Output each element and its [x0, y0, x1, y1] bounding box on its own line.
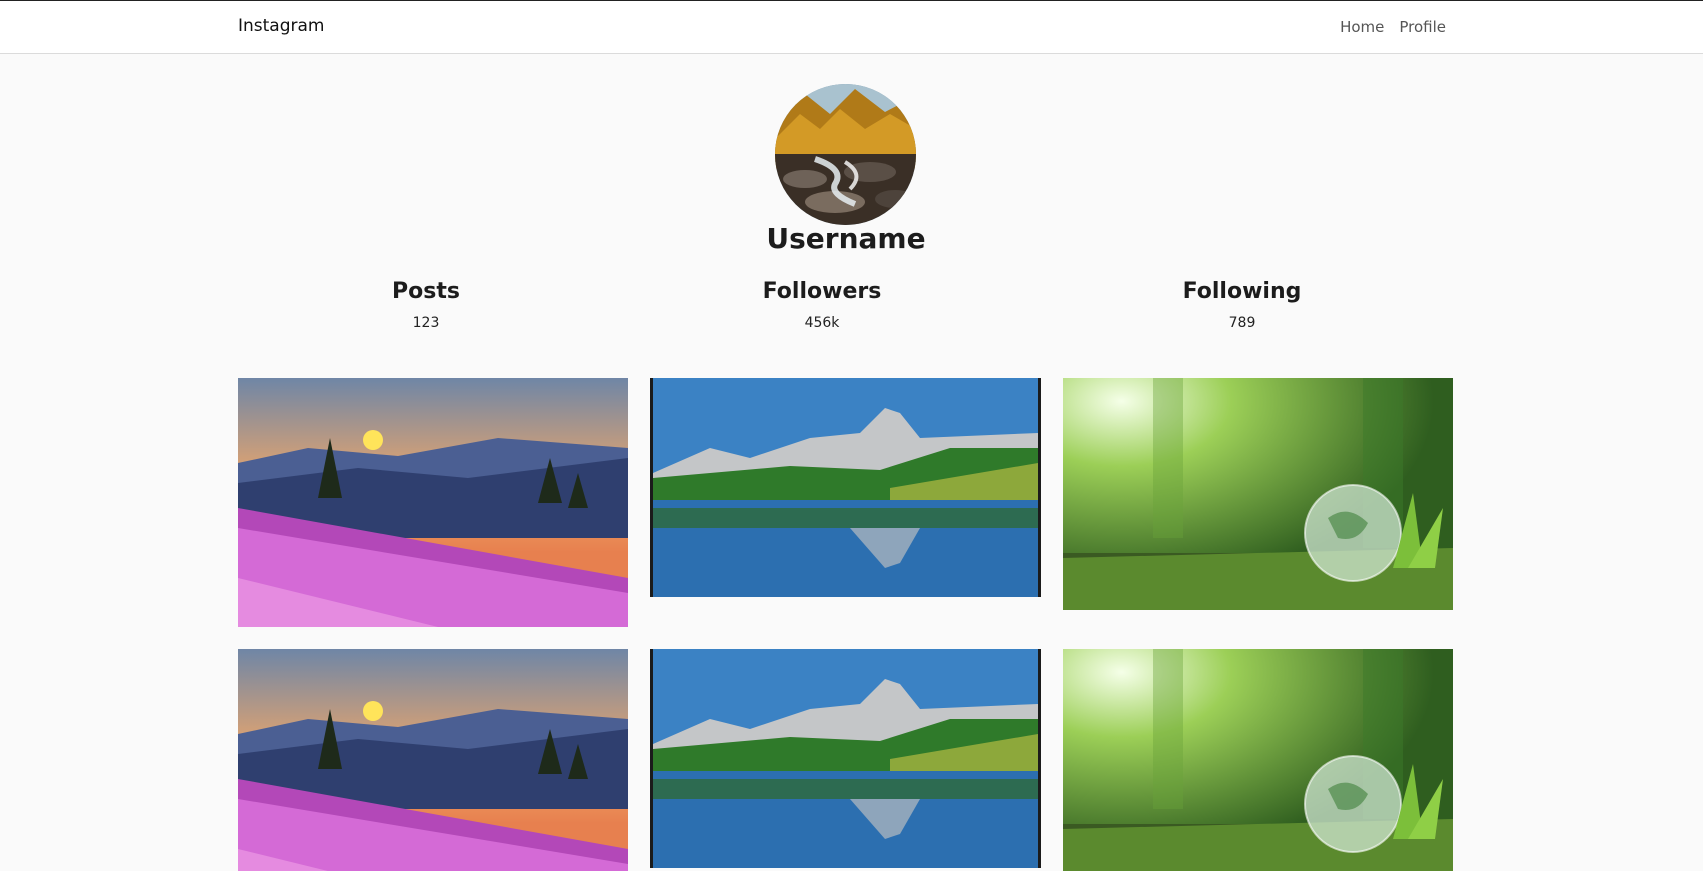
nav-links: Home Profile — [1340, 18, 1446, 36]
post-image-mountain-lake[interactable] — [650, 649, 1041, 868]
stat-followers-label: Followers — [762, 279, 882, 304]
stat-following-label: Following — [1182, 279, 1302, 304]
username-heading: Username — [766, 222, 926, 255]
post-image-forest-globe[interactable] — [1063, 649, 1453, 871]
post-image-flower-meadow[interactable] — [238, 378, 628, 627]
stat-posts: Posts 123 — [306, 278, 546, 331]
nav-link-home[interactable]: Home — [1340, 18, 1384, 36]
stat-followers-value: 456k — [804, 315, 840, 331]
stat-following[interactable]: Following 789 — [1122, 278, 1362, 331]
stat-posts-label: Posts — [392, 279, 460, 304]
nav-link-profile[interactable]: Profile — [1399, 18, 1446, 36]
post-image-flower-meadow[interactable] — [238, 649, 628, 871]
stat-following-value: 789 — [1228, 315, 1256, 331]
stat-followers[interactable]: Followers 456k — [702, 278, 942, 331]
brand-link[interactable]: Instagram — [238, 16, 325, 36]
stat-posts-value: 123 — [412, 315, 440, 331]
post-image-mountain-lake[interactable] — [650, 378, 1041, 597]
avatar — [775, 84, 916, 225]
post-image-forest-globe[interactable] — [1063, 378, 1453, 610]
navbar: Instagram Home Profile — [0, 1, 1703, 54]
